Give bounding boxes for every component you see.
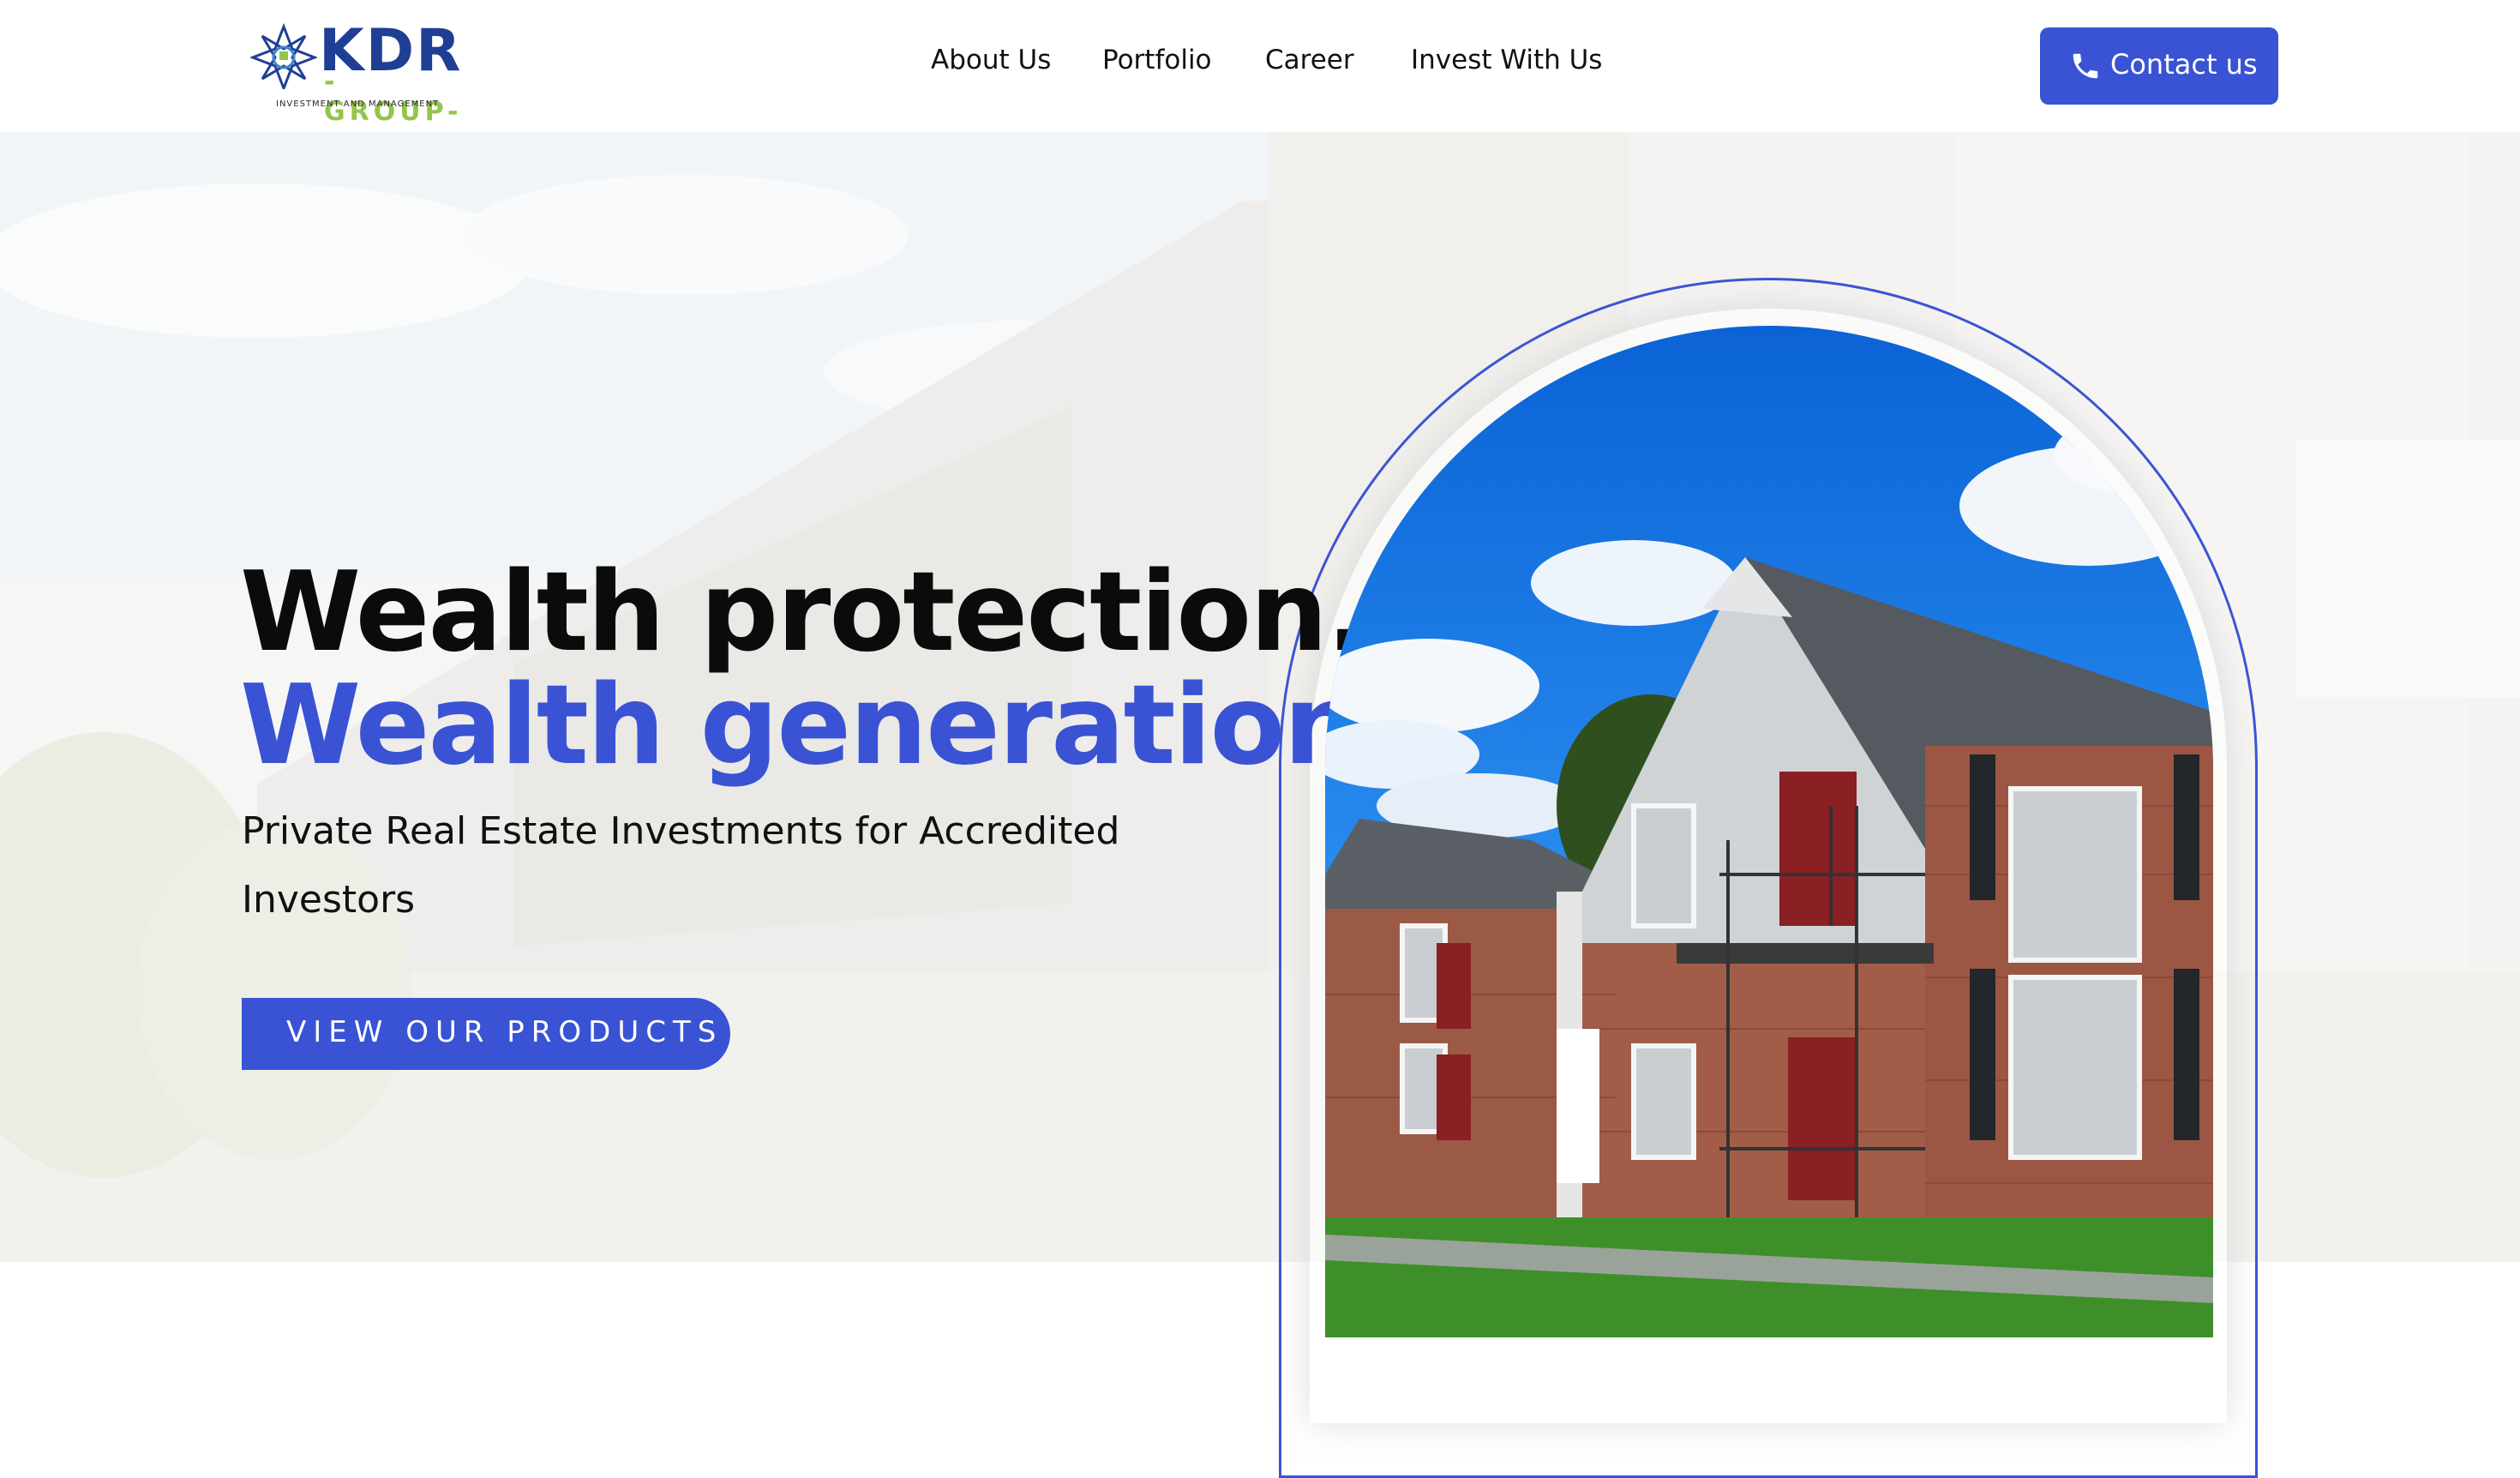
nav-item-career[interactable]: Career <box>1265 45 1354 75</box>
logo-group-text: -GROUP- <box>324 67 463 127</box>
logo-tagline: INVESTMENT AND MANAGEMENT <box>276 99 440 109</box>
hero-headline-protection: Wealth protection. <box>240 549 1368 676</box>
view-our-products-label: VIEW OUR PRODUCTS <box>286 1015 723 1049</box>
apartment-building-photo <box>1325 326 2213 1337</box>
contact-us-button[interactable]: Contact us <box>2040 27 2278 105</box>
nav-item-about-us[interactable]: About Us <box>931 45 1051 75</box>
view-our-products-button[interactable]: VIEW OUR PRODUCTS <box>242 998 730 1070</box>
logo-star-icon <box>250 22 317 89</box>
hero-subtitle: Private Real Estate Investments for Accr… <box>242 809 1120 922</box>
nav-item-portfolio[interactable]: Portfolio <box>1102 45 1212 75</box>
hero-headline-generation: Wealth generation. <box>240 662 1401 790</box>
phone-icon <box>2073 53 2098 79</box>
nav-item-invest-with-us[interactable]: Invest With Us <box>1411 45 1602 75</box>
kdr-group-logo[interactable]: KDR -GROUP- INVESTMENT AND MANAGEMENT <box>250 17 465 127</box>
site-header: KDR -GROUP- INVESTMENT AND MANAGEMENT Ab… <box>0 0 2520 132</box>
contact-us-label: Contact us <box>2110 48 2258 81</box>
